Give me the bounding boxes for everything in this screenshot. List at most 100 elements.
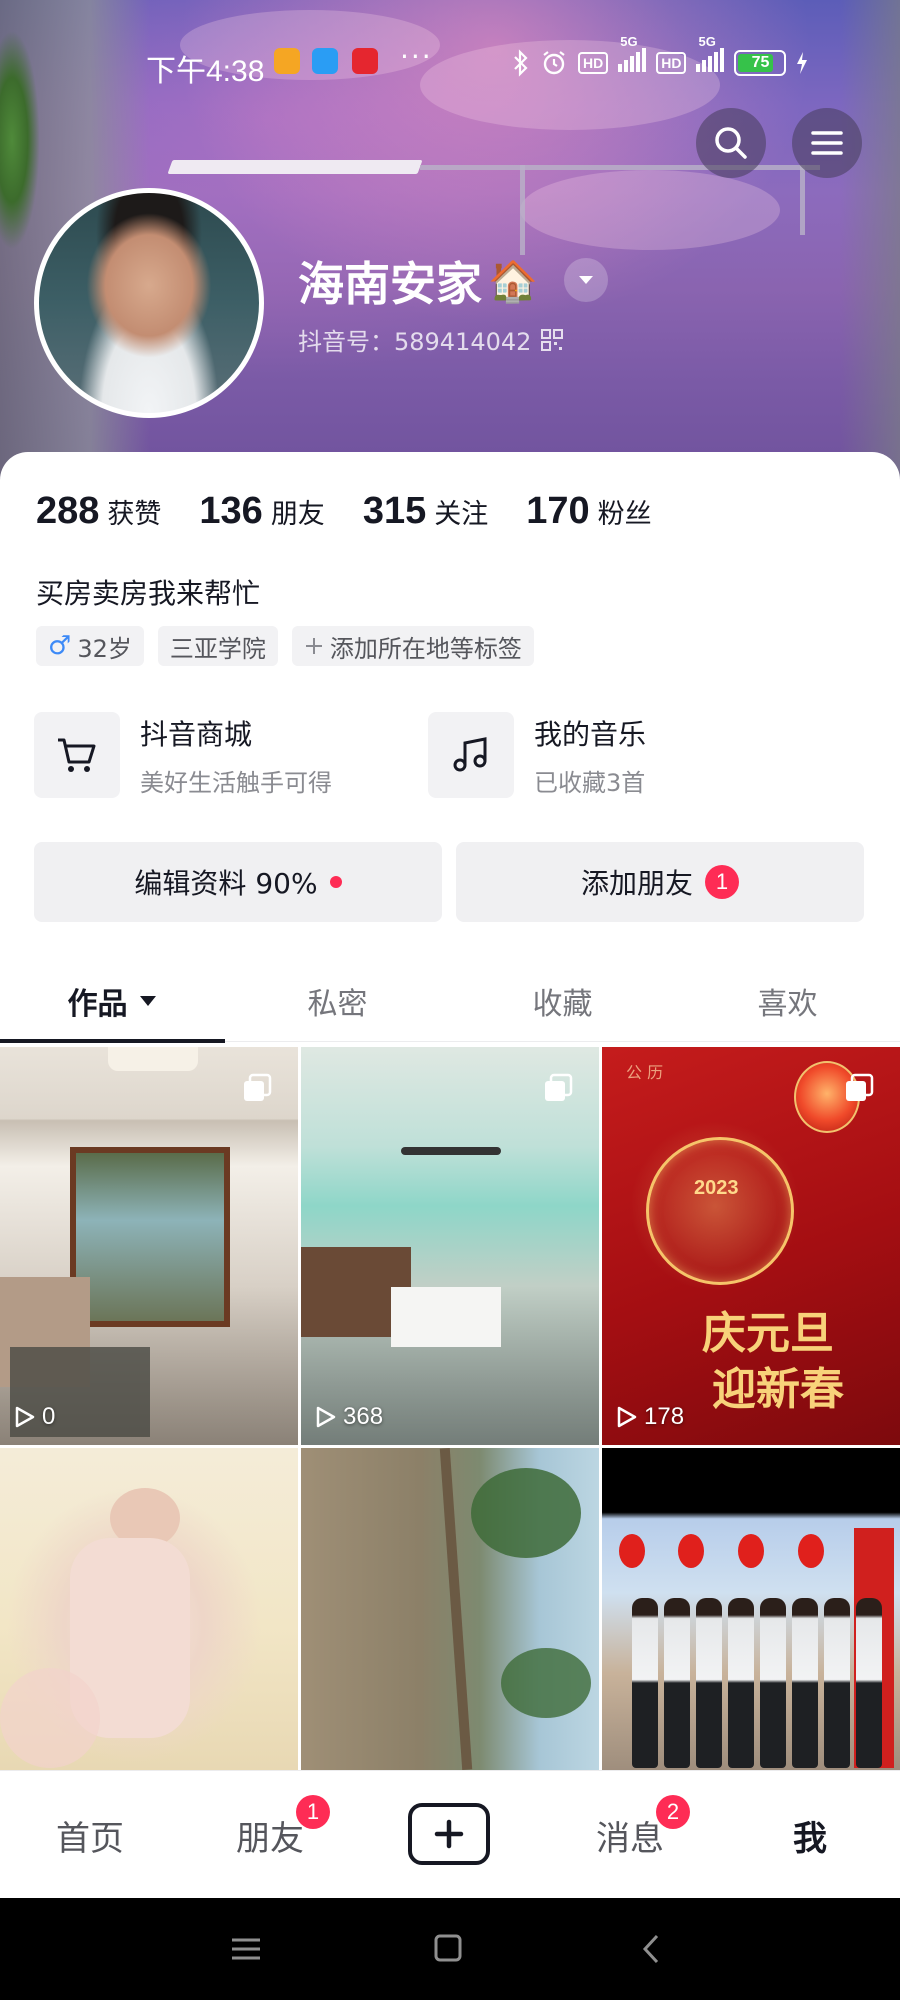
male-icon: ♂ [48, 631, 72, 661]
palm-fronds [501, 1648, 591, 1718]
nav-friends[interactable]: 朋友 1 [210, 1771, 330, 1899]
stat-followers[interactable]: 170 粉丝 [526, 490, 651, 533]
banner-cloud [520, 170, 780, 250]
tag-age[interactable]: ♂ 32岁 [36, 626, 144, 666]
ceiling-fan [401, 1147, 501, 1155]
play-count: 178 [616, 1403, 684, 1431]
palm-trunk [439, 1448, 473, 1770]
profile-stats: 288 获赞 136 朋友 315 关注 170 粉丝 [36, 490, 652, 533]
mall-subtitle: 美好生活触手可得 [140, 768, 332, 797]
video-thumbnail[interactable]: 公 历 2023 庆元旦 迎新春 178 [602, 1047, 900, 1445]
greeting-line-2: 迎新春 [712, 1364, 844, 1415]
cart-icon [58, 738, 96, 772]
nav-home[interactable]: 首页 [30, 1771, 150, 1899]
bluetooth-icon [514, 48, 528, 77]
multi-image-icon [846, 1073, 874, 1101]
douyin-mall-entry[interactable]: 抖音商城 美好生活触手可得 [34, 712, 332, 798]
back-nav-icon[interactable] [632, 1932, 672, 1966]
qr-code-icon[interactable] [541, 328, 564, 351]
alarm-icon [543, 50, 565, 74]
account-switch-button[interactable] [564, 258, 608, 302]
profile-tags: ♂ 32岁 三亚学院 添加所在地等标签 [36, 626, 534, 666]
tab-private[interactable]: 私密 [225, 960, 450, 1042]
signal-bars-icon [696, 46, 725, 72]
stat-likes[interactable]: 288 获赞 [36, 490, 161, 533]
more-notifications-icon: ··· [400, 40, 433, 73]
douyin-id-value: 589414042 [394, 328, 532, 356]
banner-table [167, 160, 423, 174]
search-icon [715, 127, 747, 159]
video-thumbnail[interactable] [602, 1448, 900, 1770]
play-icon [15, 1406, 35, 1428]
tag-add-location[interactable]: 添加所在地等标签 [291, 626, 534, 666]
notification-app-icon [352, 48, 378, 74]
add-friends-button[interactable]: 添加朋友 1 [456, 842, 864, 922]
douyin-id-label: 抖音号： [298, 328, 394, 356]
year-label: 2023 [694, 1177, 739, 1199]
notification-app-icon [274, 48, 300, 74]
avatar[interactable] [34, 188, 264, 418]
notification-badge: 1 [705, 865, 739, 899]
play-count: 0 [14, 1403, 55, 1431]
cart-icon-box [34, 712, 120, 798]
stat-following[interactable]: 315 关注 [363, 490, 488, 533]
active-tab-indicator [0, 1039, 225, 1043]
music-note-icon [453, 737, 487, 772]
create-button[interactable] [408, 1803, 490, 1865]
menu-button[interactable] [792, 108, 862, 178]
play-count: 368 [315, 1403, 383, 1431]
square-nav-icon[interactable] [428, 1932, 468, 1966]
video-thumbnail[interactable]: 368 [301, 1047, 599, 1445]
status-bar: 下午4:38 ··· HD 5G HD 5G 75 [0, 0, 900, 120]
hd-badge: HD [578, 51, 609, 74]
status-right-icons: HD 5G HD 5G 75 [512, 34, 808, 79]
music-icon-box [428, 712, 514, 798]
nav-me[interactable]: 我 [750, 1771, 870, 1899]
video-thumbnail[interactable] [0, 1448, 298, 1770]
greeting-line-1: 庆元旦 [702, 1308, 834, 1359]
plus-icon [434, 1819, 464, 1849]
menu-icon [811, 131, 843, 155]
stat-friends[interactable]: 136 朋友 [199, 490, 324, 533]
house-emoji-icon: 🏠 [488, 258, 538, 305]
charging-icon [797, 51, 808, 74]
banner-rail-post [520, 165, 525, 255]
tab-likes[interactable]: 喜欢 [675, 960, 900, 1042]
palm-fronds [471, 1468, 581, 1558]
video-thumbnail[interactable]: 0 [0, 1047, 298, 1445]
signal-strength-1: 5G [618, 34, 647, 79]
search-button[interactable] [696, 108, 766, 178]
system-navigation-bar [0, 1898, 900, 2000]
cartoon-print [0, 1668, 100, 1768]
notification-cloud-icon [312, 48, 338, 74]
balcony-door [70, 1147, 230, 1327]
signal-strength-2: 5G [696, 34, 725, 79]
mall-title: 抖音商城 [140, 717, 253, 751]
profile-username: 海南安家 🏠 [298, 248, 538, 314]
nav-messages[interactable]: 消息 2 [570, 1771, 690, 1899]
signal-bars-icon [618, 46, 647, 72]
plus-icon [305, 638, 322, 654]
banner-rail [420, 165, 820, 170]
battery-icon: 75 [734, 49, 787, 76]
messages-badge: 2 [656, 1795, 690, 1829]
unread-dot [329, 876, 342, 888]
play-icon [316, 1406, 336, 1428]
profile-bio[interactable]: 买房卖房我来帮忙 [36, 572, 260, 612]
music-title: 我的音乐 [534, 717, 647, 751]
tab-works[interactable]: 作品 [0, 960, 225, 1042]
douyin-id[interactable]: 抖音号：589414042 [298, 322, 564, 357]
dropdown-icon [579, 276, 593, 284]
calendar-label: 公 历 [626, 1063, 664, 1082]
video-thumbnail[interactable] [301, 1448, 599, 1770]
hd-badge: HD [656, 51, 687, 74]
tab-favorites[interactable]: 收藏 [450, 960, 675, 1042]
username-text: 海南安家 [298, 257, 482, 311]
tag-school[interactable]: 三亚学院 [157, 626, 278, 666]
banner-rail-post [800, 165, 805, 235]
recent-apps-icon[interactable] [226, 1932, 266, 1966]
bottom-navigation: 首页 朋友 1 消息 2 我 [0, 1770, 900, 1898]
edit-profile-button[interactable]: 编辑资料 90% [34, 842, 442, 922]
my-music-entry[interactable]: 我的音乐 已收藏3首 [428, 712, 646, 798]
music-subtitle: 已收藏3首 [534, 768, 646, 797]
